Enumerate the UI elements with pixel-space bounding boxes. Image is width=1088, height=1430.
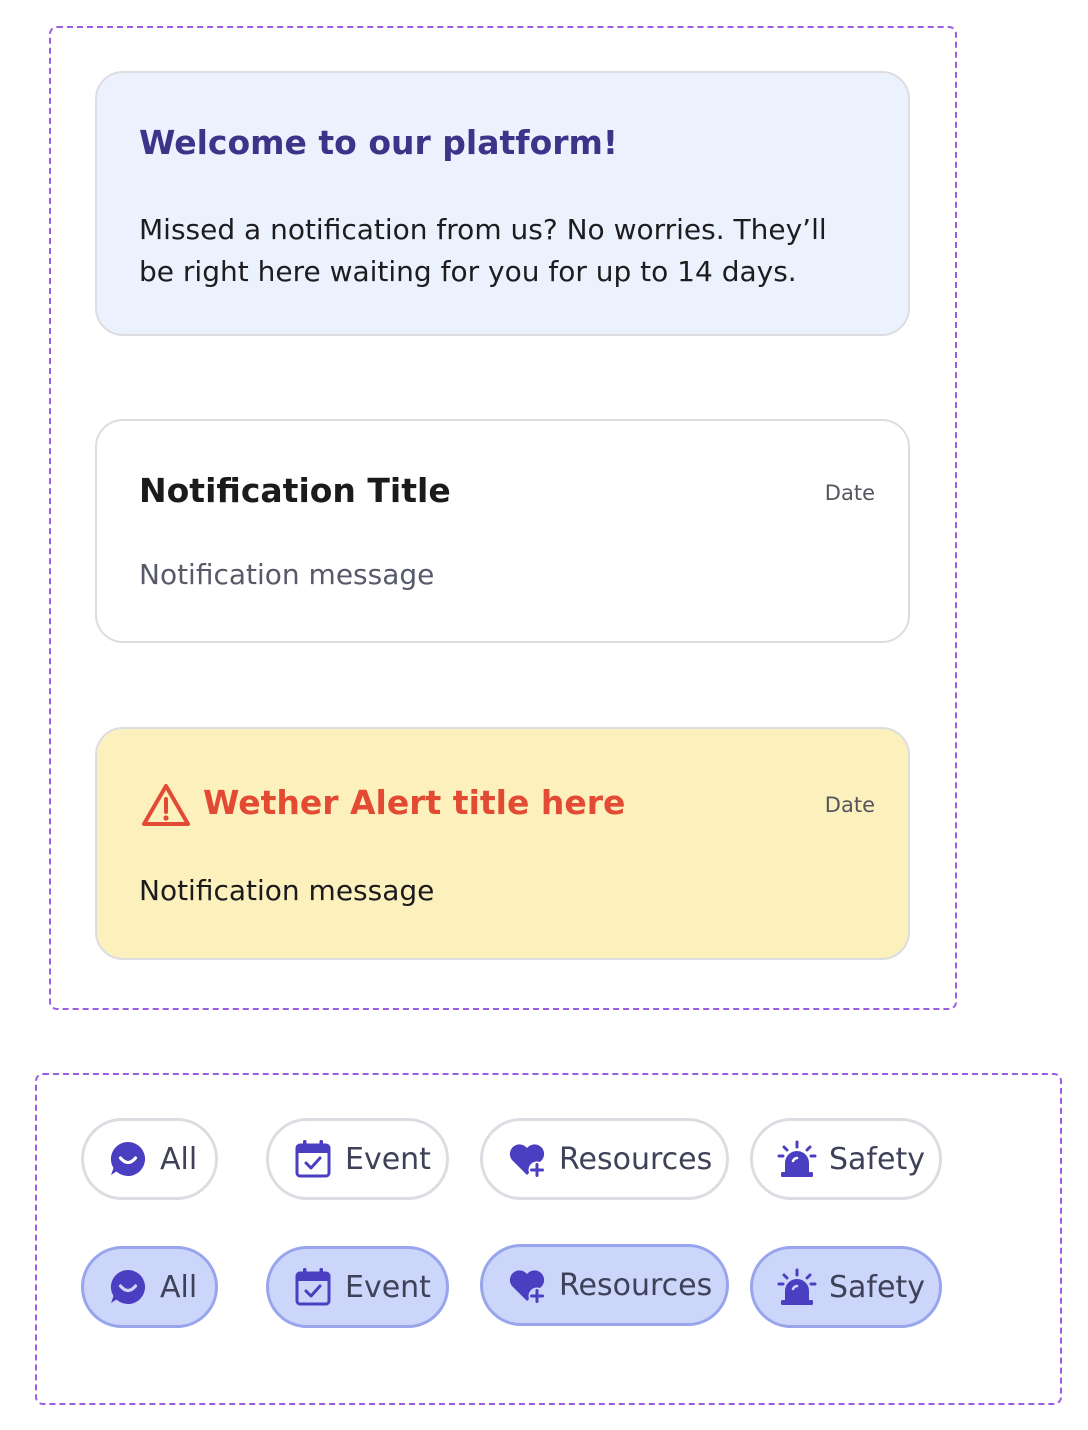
filter-chip-all[interactable]: All bbox=[81, 1118, 218, 1200]
notification-title: Notification Title bbox=[139, 471, 451, 510]
filter-chip-safety-selected[interactable]: Safety bbox=[750, 1246, 942, 1328]
filter-chip-safety[interactable]: Safety bbox=[750, 1118, 942, 1200]
filter-chip-label: Event bbox=[345, 1141, 431, 1177]
filter-chip-resources-selected[interactable]: Resources bbox=[480, 1244, 729, 1326]
notification-date: Date bbox=[824, 481, 875, 505]
filter-chip-event[interactable]: Event bbox=[266, 1118, 449, 1200]
filter-chip-label: Resources bbox=[559, 1267, 713, 1303]
alert-date: Date bbox=[824, 793, 875, 817]
welcome-card: Welcome to our platform! Missed a notifi… bbox=[95, 71, 910, 336]
filter-chip-label: Safety bbox=[829, 1141, 925, 1177]
filter-chip-label: All bbox=[160, 1141, 198, 1177]
filter-chip-all-selected[interactable]: All bbox=[81, 1246, 218, 1328]
filter-chip-label: Event bbox=[345, 1269, 431, 1305]
filter-chip-label: All bbox=[160, 1269, 198, 1305]
filter-chip-resources[interactable]: Resources bbox=[480, 1118, 729, 1200]
weather-alert-card[interactable]: Wether Alert title here Date Notificatio… bbox=[95, 727, 910, 960]
calendar-check-icon bbox=[295, 1268, 331, 1306]
filter-chip-label: Safety bbox=[829, 1269, 925, 1305]
chat-smile-icon bbox=[110, 1269, 146, 1304]
filter-chip-label: Resources bbox=[559, 1141, 713, 1177]
heart-plus-icon bbox=[509, 1144, 546, 1179]
alert-title: Wether Alert title here bbox=[203, 783, 626, 822]
filter-chip-event-selected[interactable]: Event bbox=[266, 1246, 449, 1328]
notification-message: Notification message bbox=[139, 558, 435, 591]
alert-message: Notification message bbox=[139, 874, 435, 907]
siren-icon bbox=[777, 1140, 817, 1177]
welcome-message: Missed a notification from us? No worrie… bbox=[139, 213, 827, 288]
warning-triangle-icon bbox=[142, 784, 190, 826]
chat-smile-icon bbox=[110, 1141, 146, 1176]
calendar-check-icon bbox=[295, 1140, 331, 1178]
heart-plus-icon bbox=[509, 1270, 546, 1305]
notification-card[interactable]: Notification Title Date Notification mes… bbox=[95, 419, 910, 643]
welcome-title: Welcome to our platform! bbox=[139, 123, 618, 162]
siren-icon bbox=[777, 1268, 817, 1305]
